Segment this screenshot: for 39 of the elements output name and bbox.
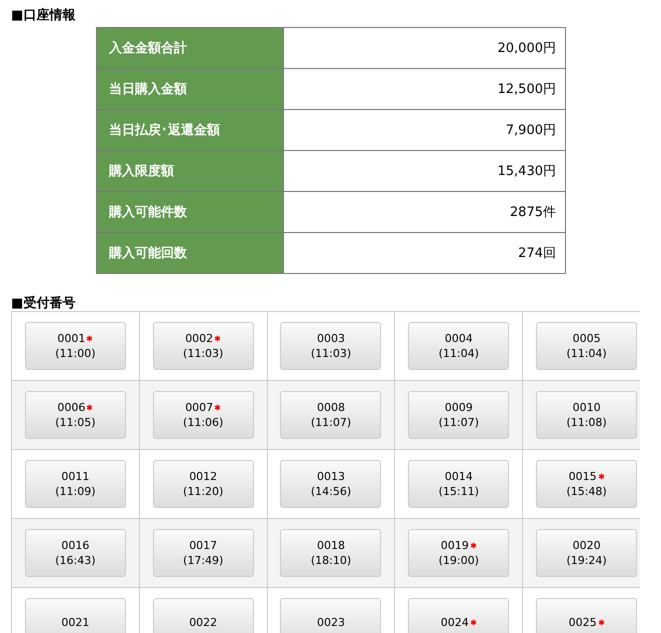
receipt-button[interactable]: 0008 (11:07) [280,391,382,439]
section-heading: ■受付番号 [11,294,76,311]
receipt-button[interactable]: 0022 [152,598,254,633]
table-cell: 当日払戻･返還金額 [96,110,284,150]
table-cell: 購入限度額 [96,150,284,192]
receipt-button[interactable]: 0019 (19:00) [408,529,510,577]
receipt-button[interactable]: 0015 (15:48) [536,460,638,508]
table-cell: 当日購入金額 [96,68,284,110]
receipt-button[interactable]: 0007 (11:06) [152,391,254,439]
receipt-button[interactable]: 0011 (11:09) [24,460,126,508]
receipt-button[interactable]: 0021 [24,598,126,633]
receipt-button[interactable]: 0017 (17:49) [152,529,254,577]
receipt-button[interactable]: 0009 (11:07) [408,391,510,439]
receipt-button[interactable]: 0002 (11:03) [152,322,254,370]
table-cell: 購入可能回数 [96,232,284,274]
table-cell: 20,000円 [284,28,566,68]
receipt-button[interactable]: 0020 (19:24) [536,529,638,577]
receipt-button[interactable]: 0023 [280,598,382,633]
receipt-button[interactable]: 0016 (16:43) [24,529,126,577]
table-cell: 2875件 [284,192,566,232]
receipt-button[interactable]: 0003 (11:03) [280,322,382,370]
table-cell: 274回 [284,232,566,274]
receipt-button[interactable]: 0018 (18:10) [280,529,382,577]
receipt-button[interactable]: 0001 (11:00) [24,322,126,370]
receipt-button[interactable]: 0005 (11:04) [536,322,638,370]
receipt-button[interactable]: 0024 [408,598,510,633]
receipt-button[interactable]: 0004 (11:04) [408,322,510,370]
receipt-button[interactable]: 0014 (15:11) [408,460,510,508]
receipt-button[interactable]: 0006 (11:05) [24,391,126,439]
table-cell: 7,900円 [284,110,566,150]
table-cell: 15,430円 [284,150,566,192]
receipt-button[interactable]: 0012 (11:20) [152,460,254,508]
table-cell: 購入可能件数 [96,192,284,232]
receipt-button[interactable]: 0010 (11:08) [536,391,638,439]
table-cell: 入金金額合計 [96,28,284,68]
table-cell: 12,500円 [284,68,566,110]
section-heading: ■口座情報 [11,6,76,25]
receipt-button[interactable]: 0025 [536,598,638,633]
receipt-button[interactable]: 0013 (14:56) [280,460,382,508]
